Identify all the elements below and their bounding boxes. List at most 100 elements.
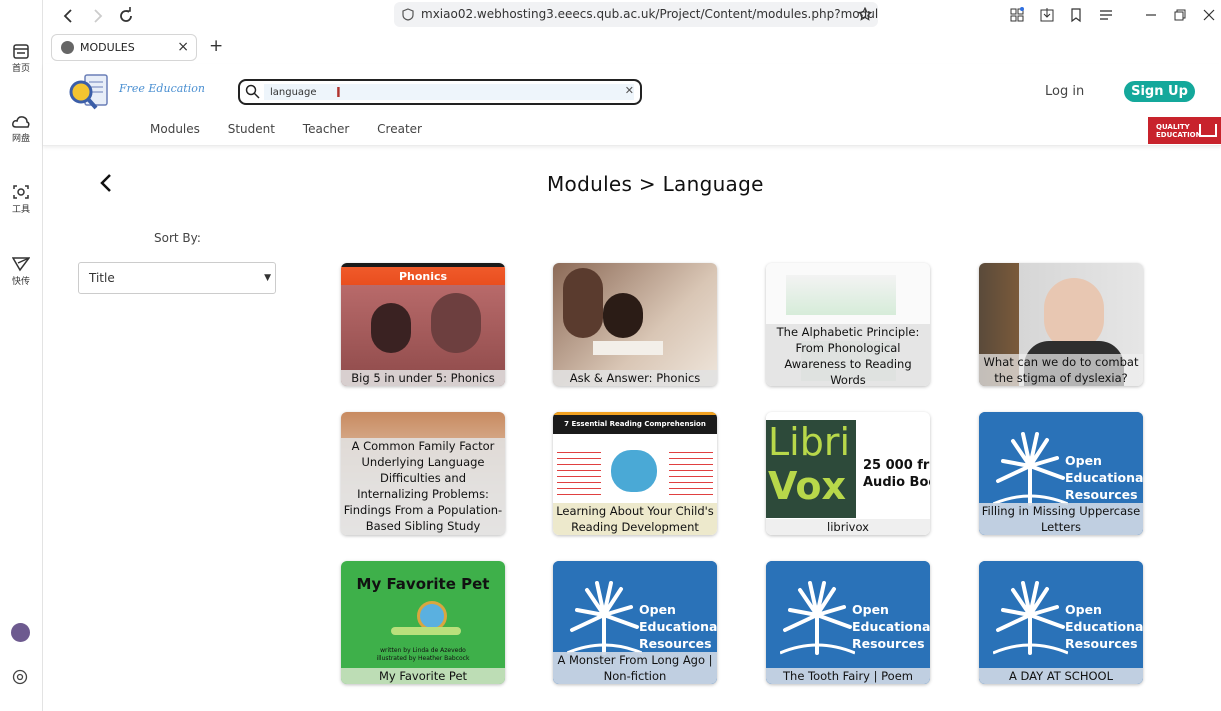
module-card[interactable]: Open Educational Resources Filling in Miss…	[979, 412, 1143, 535]
page-title: Modules > Language	[547, 172, 764, 196]
oer-line: Educational	[639, 619, 717, 634]
module-card[interactable]: A Common Family Factor Underlying Langua…	[341, 412, 505, 535]
sidebar-item-cloud[interactable]: 网盘	[0, 115, 42, 144]
new-tab-button[interactable]: +	[209, 36, 223, 56]
settings-icon[interactable]	[12, 669, 28, 685]
oer-text: Open Educational Resources	[639, 601, 717, 652]
book-credits: written by Linda de Azevedo illustrated …	[341, 647, 505, 663]
reload-icon[interactable]	[116, 6, 136, 26]
module-card[interactable]: Phonics Big 5 in under 5: Phonics	[341, 263, 505, 386]
nav-student[interactable]: Student	[228, 122, 275, 136]
card-title: A DAY AT SCHOOL	[979, 668, 1143, 684]
thumbnail: Phonics	[341, 263, 505, 386]
child-figure	[603, 293, 643, 338]
book-icon	[1199, 124, 1217, 137]
module-card[interactable]: What can we do to combat the stigma of d…	[979, 263, 1143, 386]
card-title: A Common Family Factor Underlying Langua…	[341, 438, 505, 535]
menu-icon[interactable]	[1098, 7, 1114, 23]
thumbnail: My Favorite Pet written by Linda de Azev…	[341, 561, 505, 684]
forward-icon[interactable]	[87, 6, 107, 26]
card-title: The Tooth Fairy | Poem	[766, 668, 930, 684]
oer-text: Open Educational Resources	[852, 601, 930, 652]
card-title: The Alphabetic Principle: From Phonologi…	[766, 324, 930, 386]
home-icon	[13, 44, 29, 59]
module-card[interactable]: 7 Essential Reading Comprehension Skills…	[553, 412, 717, 535]
text-cursor-icon: I	[336, 86, 341, 101]
librivox-logo-text: Libri	[768, 420, 851, 464]
nav-modules[interactable]: Modules	[150, 122, 200, 136]
extensions-icon[interactable]	[1009, 7, 1025, 23]
module-card[interactable]: The Alphabetic Principle: From Phonologi…	[766, 263, 930, 386]
oer-line: Educational	[1065, 619, 1143, 634]
search-input[interactable]	[270, 83, 610, 101]
tab-modules[interactable]: MODULES ×	[51, 34, 197, 61]
signup-button[interactable]: Sign Up	[1124, 81, 1195, 102]
module-card[interactable]: Open Educational Resources The Tooth Fairy…	[766, 561, 930, 684]
card-title: librivox	[766, 519, 930, 535]
avatar[interactable]	[11, 623, 30, 642]
cloud-icon	[12, 116, 30, 128]
oer-line: Resources	[1065, 636, 1138, 651]
clear-search-icon[interactable]: ✕	[625, 84, 634, 97]
module-card[interactable]: Ask & Answer: Phonics	[553, 263, 717, 386]
search-icon	[245, 84, 260, 99]
search-bar[interactable]: I ✕	[238, 79, 642, 105]
web-page: Free Education I ✕ Log in Sign Up Module…	[43, 64, 1221, 711]
sidebar-item-send[interactable]: 快传	[0, 256, 42, 287]
adult-figure	[431, 293, 481, 353]
sort-select[interactable]: Title ▼	[78, 262, 276, 294]
thumbnail-banner: Phonics	[398, 270, 448, 283]
brain-icon	[611, 450, 657, 492]
back-icon[interactable]	[59, 6, 79, 26]
module-card[interactable]: Open Educational Resources A DAY AT SCHOOL	[979, 561, 1143, 684]
oer-text: Open Educational Resources	[1065, 601, 1143, 652]
tools-icon	[13, 185, 29, 199]
site-logo-icon[interactable]	[67, 72, 117, 112]
download-icon[interactable]	[1039, 7, 1055, 23]
module-card[interactable]: Libri Vox 25 000 free Audio Boo librivox	[766, 412, 930, 535]
oer-line: Resources	[852, 636, 925, 651]
close-tab-icon[interactable]: ×	[177, 35, 189, 60]
restore-icon[interactable]	[1172, 7, 1188, 23]
collections-icon[interactable]	[1068, 7, 1084, 23]
nav-teacher[interactable]: Teacher	[303, 122, 350, 136]
oer-line: Resources	[639, 636, 712, 651]
bookmark-star-icon[interactable]	[858, 7, 872, 21]
card-title: My Favorite Pet	[341, 668, 505, 684]
snail-body	[391, 627, 461, 635]
librivox-logo-text: Vox	[768, 464, 846, 508]
card-title: Filling in Missing Uppercase Letters	[979, 503, 1143, 535]
address-bar[interactable]: mxiao02.webhosting3.eeecs.qub.ac.uk/Proj…	[394, 2, 878, 27]
browser-toolbar: mxiao02.webhosting3.eeecs.qub.ac.uk/Proj…	[43, 0, 1221, 32]
book-cover-title: My Favorite Pet	[356, 575, 490, 593]
oer-line: Open	[852, 602, 889, 617]
main-nav: Modules Student Teacher Creater	[150, 122, 446, 136]
card-title: Ask & Answer: Phonics	[553, 370, 717, 386]
module-card[interactable]: Open Educational Resources A Monster From …	[553, 561, 717, 684]
oer-hands-icon	[993, 581, 1068, 655]
sidebar-label: 工具	[11, 205, 30, 215]
logo-text: Free Education	[119, 82, 205, 95]
login-link[interactable]: Log in	[1045, 84, 1084, 99]
sort-value: Title	[89, 271, 115, 285]
close-window-icon[interactable]	[1201, 7, 1217, 23]
credit-line: illustrated by Heather Babcock	[376, 655, 470, 662]
oer-line: Open	[639, 602, 676, 617]
thumbnail: Open Educational Resources	[979, 561, 1143, 684]
paper	[593, 341, 663, 355]
sidebar-label: 快传	[11, 277, 30, 287]
oer-line: Resources	[1065, 487, 1138, 502]
nav-creater[interactable]: Creater	[377, 122, 422, 136]
skill-list-left	[557, 447, 601, 497]
card-title: A Monster From Long Ago | Non-fiction	[553, 652, 717, 684]
shield-icon	[402, 8, 414, 21]
site-header: Free Education I ✕ Log in Sign Up Module…	[43, 64, 1221, 146]
back-arrow-icon[interactable]	[99, 172, 113, 194]
oer-line: Open	[1065, 602, 1102, 617]
sidebar-item-home[interactable]: 首页	[0, 44, 42, 74]
adult-figure	[563, 268, 603, 338]
globe-icon	[61, 41, 74, 54]
minimize-icon[interactable]	[1143, 7, 1159, 23]
module-card[interactable]: My Favorite Pet written by Linda de Azev…	[341, 561, 505, 684]
sidebar-item-tools[interactable]: 工具	[0, 184, 42, 215]
